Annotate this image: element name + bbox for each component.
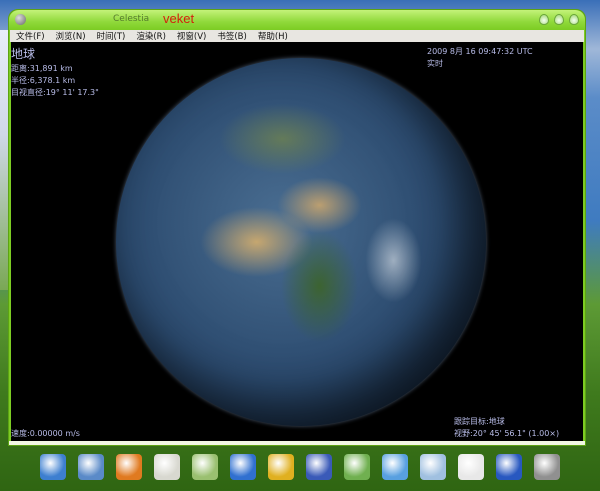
usb-drive-icon[interactable] (420, 454, 446, 480)
hud-time-mode: 实时 (427, 59, 443, 68)
app-icon[interactable] (15, 14, 26, 25)
celestia-window: Celestia veket 文件(F) 浏览(N) 时间(T) 渲染(R) 视… (8, 9, 586, 446)
render-viewport[interactable]: 地球 距离:31,891 km 半径:6,378.1 km 目视直径:19° 1… (11, 42, 583, 442)
camera-icon[interactable] (534, 454, 560, 480)
browser-globe-icon[interactable] (230, 454, 256, 480)
title-bar[interactable]: Celestia veket (9, 10, 585, 30)
linux-icon[interactable] (458, 454, 484, 480)
finder-icon[interactable] (40, 454, 66, 480)
earth-globe (116, 58, 486, 426)
menu-bar: 文件(F) 浏览(N) 时间(T) 渲染(R) 视窗(V) 书签(B) 帮助(H… (10, 30, 584, 42)
hud-track-target: 跟踪目标:地球 (454, 417, 505, 426)
aim-icon[interactable] (268, 454, 294, 480)
music-player-icon[interactable] (192, 454, 218, 480)
menu-render[interactable]: 渲染(R) (136, 30, 166, 42)
window-title: Celestia (113, 14, 150, 24)
menu-navigation[interactable]: 浏览(N) (56, 30, 86, 42)
hud-datetime: 2009 8月 16 09:47:32 UTC (427, 47, 533, 56)
menu-help[interactable]: 帮助(H) (258, 30, 288, 42)
hud-distance: 距离:31,891 km (11, 64, 73, 73)
hud-object-name: 地球 (11, 47, 36, 61)
minimize-button[interactable] (539, 14, 549, 25)
brand-label: veket (163, 11, 195, 26)
maximize-button[interactable] (554, 14, 564, 25)
desktop-icons-strip (0, 30, 8, 290)
hud-speed: 速度:0.00000 m/s (11, 429, 80, 438)
hud-apparent-diameter: 目视直径:19° 11' 17.3" (11, 88, 99, 97)
document-icon[interactable] (306, 454, 332, 480)
menu-bookmarks[interactable]: 书签(B) (217, 30, 246, 42)
dock (40, 454, 560, 480)
close-button[interactable] (569, 14, 579, 25)
spreadsheet-icon[interactable] (344, 454, 370, 480)
hud-radius: 半径:6,378.1 km (11, 76, 76, 85)
image-viewer-icon[interactable] (382, 454, 408, 480)
computer-icon[interactable] (78, 454, 104, 480)
help-icon[interactable] (496, 454, 522, 480)
menu-view[interactable]: 视窗(V) (177, 30, 206, 42)
window-bottom-border (9, 441, 585, 445)
menu-time[interactable]: 时间(T) (97, 30, 126, 42)
hud-fov: 视野:20° 45' 56.1" (1.00×) (454, 429, 560, 438)
menu-file[interactable]: 文件(F) (16, 30, 45, 42)
firefox-icon[interactable] (116, 454, 142, 480)
text-editor-icon[interactable] (154, 454, 180, 480)
